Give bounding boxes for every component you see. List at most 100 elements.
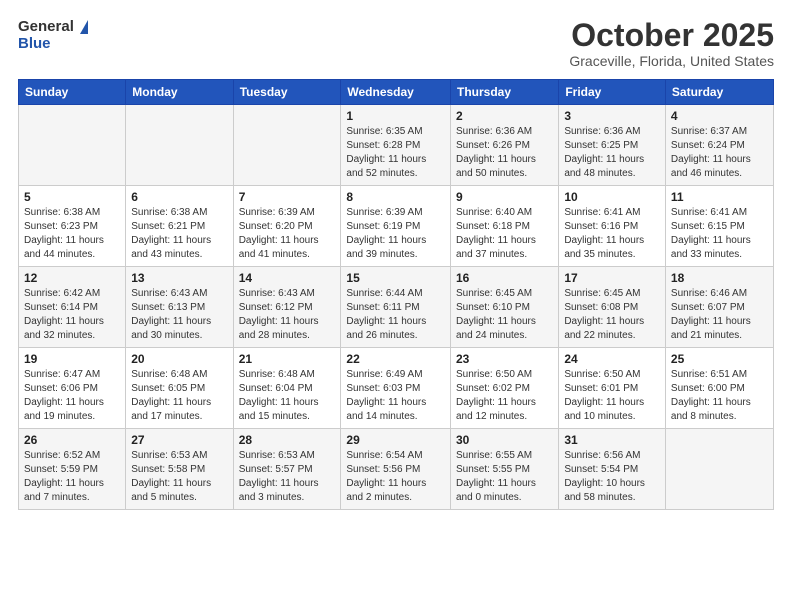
day-info: Sunrise: 6:38 AM Sunset: 6:23 PM Dayligh…: [24, 206, 120, 262]
day-info: Sunrise: 6:38 AM Sunset: 6:21 PM Dayligh…: [131, 206, 227, 262]
day-info: Sunrise: 6:45 AM Sunset: 6:10 PM Dayligh…: [456, 287, 553, 343]
day-number: 24: [564, 352, 660, 366]
day-info: Sunrise: 6:37 AM Sunset: 6:24 PM Dayligh…: [671, 125, 768, 181]
day-info: Sunrise: 6:56 AM Sunset: 5:54 PM Dayligh…: [564, 449, 660, 505]
calendar-cell: 15 Sunrise: 6:44 AM Sunset: 6:11 PM Dayli…: [341, 267, 451, 348]
calendar-cell: [19, 105, 126, 186]
day-number: 7: [239, 190, 336, 204]
day-number: 2: [456, 109, 553, 123]
day-number: 28: [239, 433, 336, 447]
calendar-cell: 8 Sunrise: 6:39 AM Sunset: 6:19 PM Daylig…: [341, 186, 451, 267]
day-number: 19: [24, 352, 120, 366]
day-number: 6: [131, 190, 227, 204]
calendar-week-row: 5 Sunrise: 6:38 AM Sunset: 6:23 PM Daylig…: [19, 186, 774, 267]
calendar-cell: 20Sunrise: 6:48 AM Sunset: 6:05 PM Dayli…: [126, 348, 233, 429]
month-title: October 2025: [569, 18, 774, 53]
day-number: 31: [564, 433, 660, 447]
calendar-cell: [233, 105, 341, 186]
day-info: Sunrise: 6:41 AM Sunset: 6:16 PM Dayligh…: [564, 206, 660, 262]
location-title: Graceville, Florida, United States: [569, 53, 774, 69]
calendar-cell: 17 Sunrise: 6:45 AM Sunset: 6:08 PM Dayli…: [559, 267, 666, 348]
day-number: 4: [671, 109, 768, 123]
calendar-cell: 29Sunrise: 6:54 AM Sunset: 5:56 PM Dayli…: [341, 429, 451, 510]
day-info: Sunrise: 6:48 AM Sunset: 6:05 PM Dayligh…: [131, 368, 227, 424]
day-number: 11: [671, 190, 768, 204]
calendar-cell: 26 Sunrise: 6:52 AM Sunset: 5:59 PM Dayli…: [19, 429, 126, 510]
day-number: 14: [239, 271, 336, 285]
calendar-cell: 28 Sunrise: 6:53 AM Sunset: 5:57 PM Dayli…: [233, 429, 341, 510]
day-number: 25: [671, 352, 768, 366]
calendar-cell: 16Sunrise: 6:45 AM Sunset: 6:10 PM Dayli…: [450, 267, 558, 348]
calendar-cell: 19 Sunrise: 6:47 AM Sunset: 6:06 PM Dayli…: [19, 348, 126, 429]
day-number: 15: [346, 271, 445, 285]
day-number: 22: [346, 352, 445, 366]
day-number: 26: [24, 433, 120, 447]
col-monday: Monday: [126, 80, 233, 105]
day-info: Sunrise: 6:52 AM Sunset: 5:59 PM Dayligh…: [24, 449, 120, 505]
day-info: Sunrise: 6:36 AM Sunset: 6:25 PM Dayligh…: [564, 125, 660, 181]
day-info: Sunrise: 6:46 AM Sunset: 6:07 PM Dayligh…: [671, 287, 768, 343]
day-info: Sunrise: 6:40 AM Sunset: 6:18 PM Dayligh…: [456, 206, 553, 262]
day-number: 5: [24, 190, 120, 204]
day-number: 10: [564, 190, 660, 204]
calendar-cell: 6 Sunrise: 6:38 AM Sunset: 6:21 PM Daylig…: [126, 186, 233, 267]
col-saturday: Saturday: [665, 80, 773, 105]
day-info: Sunrise: 6:50 AM Sunset: 6:02 PM Dayligh…: [456, 368, 553, 424]
calendar-cell: 31 Sunrise: 6:56 AM Sunset: 5:54 PM Dayli…: [559, 429, 666, 510]
day-info: Sunrise: 6:53 AM Sunset: 5:58 PM Dayligh…: [131, 449, 227, 505]
day-info: Sunrise: 6:42 AM Sunset: 6:14 PM Dayligh…: [24, 287, 120, 343]
day-info: Sunrise: 6:35 AM Sunset: 6:28 PM Dayligh…: [346, 125, 445, 181]
calendar-cell: [126, 105, 233, 186]
day-number: 30: [456, 433, 553, 447]
day-number: 17: [564, 271, 660, 285]
col-tuesday: Tuesday: [233, 80, 341, 105]
calendar-cell: 2 Sunrise: 6:36 AM Sunset: 6:26 PM Daylig…: [450, 105, 558, 186]
logo: General Blue: [18, 18, 88, 52]
day-number: 29: [346, 433, 445, 447]
day-info: Sunrise: 6:36 AM Sunset: 6:26 PM Dayligh…: [456, 125, 553, 181]
calendar-cell: 22Sunrise: 6:49 AM Sunset: 6:03 PM Dayli…: [341, 348, 451, 429]
day-info: Sunrise: 6:39 AM Sunset: 6:20 PM Dayligh…: [239, 206, 336, 262]
calendar-cell: [665, 429, 773, 510]
col-wednesday: Wednesday: [341, 80, 451, 105]
calendar-cell: 14Sunrise: 6:43 AM Sunset: 6:12 PM Dayli…: [233, 267, 341, 348]
weekday-header-row: Sunday Monday Tuesday Wednesday Thursday…: [19, 80, 774, 105]
day-number: 13: [131, 271, 227, 285]
day-info: Sunrise: 6:43 AM Sunset: 6:13 PM Dayligh…: [131, 287, 227, 343]
day-info: Sunrise: 6:47 AM Sunset: 6:06 PM Dayligh…: [24, 368, 120, 424]
calendar-week-row: 12 Sunrise: 6:42 AM Sunset: 6:14 PM Dayli…: [19, 267, 774, 348]
calendar-cell: 23 Sunrise: 6:50 AM Sunset: 6:02 PM Dayli…: [450, 348, 558, 429]
day-number: 21: [239, 352, 336, 366]
logo-triangle-icon: [80, 20, 88, 34]
day-number: 8: [346, 190, 445, 204]
day-info: Sunrise: 6:45 AM Sunset: 6:08 PM Dayligh…: [564, 287, 660, 343]
page: General Blue October 2025 Graceville, Fl…: [0, 0, 792, 612]
logo-general-label: General: [18, 18, 74, 35]
calendar-cell: 1Sunrise: 6:35 AM Sunset: 6:28 PM Daylig…: [341, 105, 451, 186]
calendar-week-row: 26 Sunrise: 6:52 AM Sunset: 5:59 PM Dayli…: [19, 429, 774, 510]
day-info: Sunrise: 6:53 AM Sunset: 5:57 PM Dayligh…: [239, 449, 336, 505]
calendar-cell: 21Sunrise: 6:48 AM Sunset: 6:04 PM Dayli…: [233, 348, 341, 429]
calendar-cell: 5 Sunrise: 6:38 AM Sunset: 6:23 PM Daylig…: [19, 186, 126, 267]
calendar-cell: 13 Sunrise: 6:43 AM Sunset: 6:13 PM Dayli…: [126, 267, 233, 348]
calendar-cell: 3 Sunrise: 6:36 AM Sunset: 6:25 PM Daylig…: [559, 105, 666, 186]
calendar-cell: 4 Sunrise: 6:37 AM Sunset: 6:24 PM Daylig…: [665, 105, 773, 186]
calendar-table: Sunday Monday Tuesday Wednesday Thursday…: [18, 79, 774, 510]
day-info: Sunrise: 6:41 AM Sunset: 6:15 PM Dayligh…: [671, 206, 768, 262]
day-number: 12: [24, 271, 120, 285]
day-number: 3: [564, 109, 660, 123]
day-info: Sunrise: 6:44 AM Sunset: 6:11 PM Dayligh…: [346, 287, 445, 343]
calendar-cell: 24 Sunrise: 6:50 AM Sunset: 6:01 PM Dayli…: [559, 348, 666, 429]
logo-text: General Blue: [18, 18, 88, 52]
day-info: Sunrise: 6:51 AM Sunset: 6:00 PM Dayligh…: [671, 368, 768, 424]
day-info: Sunrise: 6:50 AM Sunset: 6:01 PM Dayligh…: [564, 368, 660, 424]
calendar-cell: 30Sunrise: 6:55 AM Sunset: 5:55 PM Dayli…: [450, 429, 558, 510]
calendar-week-row: 19 Sunrise: 6:47 AM Sunset: 6:06 PM Dayli…: [19, 348, 774, 429]
calendar-cell: 12 Sunrise: 6:42 AM Sunset: 6:14 PM Dayli…: [19, 267, 126, 348]
logo-general: General: [18, 18, 88, 36]
day-info: Sunrise: 6:39 AM Sunset: 6:19 PM Dayligh…: [346, 206, 445, 262]
day-number: 23: [456, 352, 553, 366]
day-number: 27: [131, 433, 227, 447]
day-number: 9: [456, 190, 553, 204]
header: General Blue October 2025 Graceville, Fl…: [18, 18, 774, 69]
